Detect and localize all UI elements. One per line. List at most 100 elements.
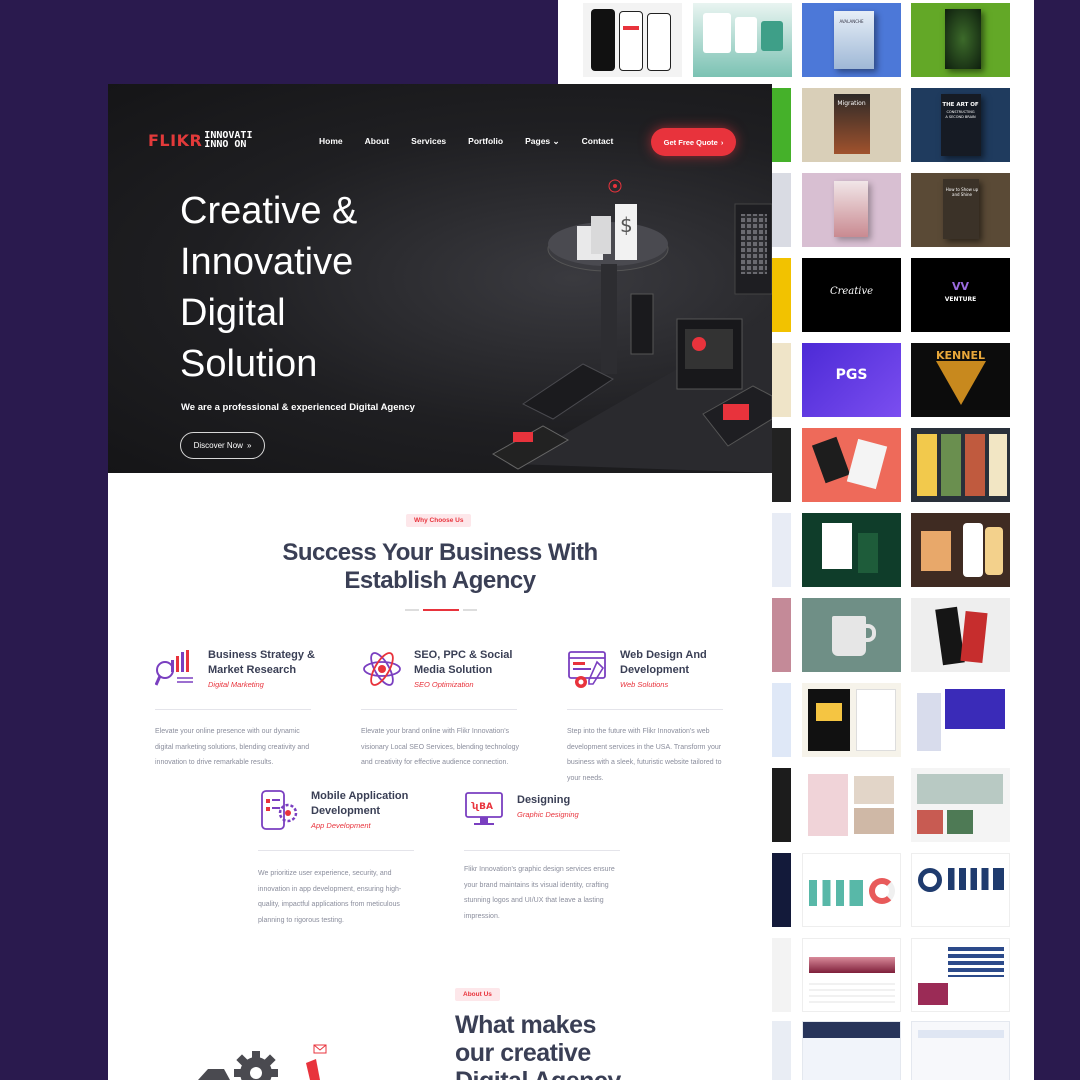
chevron-down-icon: ⌄ [552,136,560,146]
section-divider [405,609,477,611]
portfolio-thumb-dark-strip[interactable] [772,428,791,502]
book-title: AVALANCHE [839,19,864,24]
chevron-right-icon: › [720,137,724,147]
portfolio-thumb-landing-yellow[interactable] [802,683,901,757]
get-free-quote-button[interactable]: Get Free Quote › [651,128,736,156]
portfolio-thumb-dark-strip[interactable] [772,768,791,842]
hero-title-line: Innovative [180,241,354,283]
portfolio-thumb-dashboard-blue[interactable] [911,938,1010,1012]
service-subtitle: App Development [311,821,371,830]
portfolio-thumb-dashboard-teal[interactable] [802,853,901,927]
service-title: Web Design And Development [620,649,707,676]
portfolio-thumb-mug[interactable] [802,598,901,672]
double-chevron-right-icon: » [246,441,252,450]
service-card-web-design[interactable]: Web Design And Development Web Solutions… [567,648,737,788]
portfolio-thumb-fashion[interactable] [802,768,901,842]
nav-contact[interactable]: Contact [582,136,614,147]
portfolio-thumb-landing-purple[interactable] [911,683,1010,757]
portfolio-thumb-book-pink[interactable] [802,173,901,247]
hero-title-line: Solution [180,343,318,385]
portfolio-thumb-book-avalanche[interactable]: AVALANCHE [802,3,901,77]
hero-title-line: Creative & [180,190,358,232]
portfolio-thumb-stationery-green[interactable] [802,513,901,587]
hero-subtitle: We are a professional & experienced Digi… [181,402,415,413]
discover-now-button[interactable]: Discover Now » [180,432,265,459]
nav-about[interactable]: About [365,136,390,147]
brand-logo[interactable]: FLIKR INNOVATI INNO ON [148,126,252,154]
service-title: SEO, PPC & Social Media Solution [414,649,513,676]
service-description: Flikr Innovation's graphic design servic… [464,866,615,920]
service-subtitle: Digital Marketing [208,680,264,689]
quote-button-label: Get Free Quote [663,137,718,147]
book-subtitle: A SECOND BRAIN [945,115,976,119]
portfolio-thumb-dashboard-navy[interactable] [911,853,1010,927]
website-mockup: FLIKR INNOVATI INNO ON Home About Servic… [108,84,772,1080]
logo-wordmark-secondary: INNOVATI INNO ON [204,131,252,150]
portfolio-thumb-app-screens[interactable] [693,3,792,77]
about-title-line: What makes [455,1011,596,1039]
logo-text: VENTURE [944,296,977,303]
main-nav: Home About Services Portfolio Pages ⌄ Co… [319,136,635,147]
nav-pages[interactable]: Pages ⌄ [525,136,560,147]
mobile-gear-icon [261,790,298,830]
portfolio-thumb-phones-brown[interactable] [911,513,1010,587]
portfolio-thumb-logo-kennel[interactable]: KENNEL [911,343,1010,417]
service-title: Designing [517,794,571,806]
portfolio-thumb-gray-strip[interactable] [772,173,791,247]
browser-gear-icon [568,651,606,688]
portfolio-thumb-book-green[interactable] [911,3,1010,77]
portfolio-thumb-logo-pgs[interactable]: PGS [802,343,901,417]
portfolio-thumb-packaging[interactable] [911,598,1010,672]
portfolio-thumb-logo-venture[interactable]: VV VENTURE [911,258,1010,332]
portfolio-thumb-mobile-app[interactable] [583,3,682,77]
isometric-city-illustration: $ [492,179,772,473]
portfolio-thumb-dashboard-map[interactable] [802,1021,901,1080]
portfolio-thumb-book-migration[interactable]: Migration [802,88,901,162]
service-subtitle: Graphic Designing [517,810,579,819]
portfolio-thumb-blue-strip[interactable] [772,683,791,757]
monitor-design-icon: ʯBA [465,792,503,825]
nav-home[interactable]: Home [319,136,343,147]
svg-text:ʯBA: ʯBA [471,802,493,812]
service-card-business-strategy[interactable]: Business Strategy & Market Research Digi… [155,648,325,778]
why-section-title: Success Your Business With Establish Age… [108,539,772,595]
nav-services[interactable]: Services [411,136,446,147]
about-us-badge: About Us [455,988,500,1001]
hero-title: Creative & Innovative Digital Solution [180,186,480,390]
svg-text:$: $ [620,213,633,237]
nav-portfolio[interactable]: Portfolio [468,136,503,147]
book-title: How to Show up and Shine [945,187,979,197]
portfolio-thumb-yellow-strip[interactable] [772,258,791,332]
book-title: THE ART OF [942,102,979,108]
portfolio-thumb-rose-strip[interactable] [772,598,791,672]
portfolio-thumb-shop[interactable] [911,768,1010,842]
service-card-seo-ppc[interactable]: SEO, PPC & Social Media Solution SEO Opt… [361,648,531,778]
portfolio-thumb-white-strip[interactable] [772,938,791,1012]
about-section-title: What makes our creative Digital Agency [455,1011,621,1080]
portfolio-thumb-green-strip[interactable] [772,88,791,162]
portfolio-thumb-dashboard-maroon[interactable] [802,938,901,1012]
service-description: Elevate your online presence with our dy… [155,728,310,766]
venture-mark-icon: VV [951,280,970,293]
logo-text: PGS [835,367,868,383]
nav-pages-label: Pages [525,136,551,146]
why-title-line: Establish Agency [344,567,536,594]
portfolio-thumb-white-strip[interactable] [772,513,791,587]
portfolio-thumb-phone-screens[interactable] [911,428,1010,502]
service-title: Mobile Application Development [311,790,409,817]
portfolio-thumb-navy-strip[interactable] [772,853,791,927]
service-card-mobile-app[interactable]: Mobile Application Development App Devel… [258,789,428,929]
portfolio-thumb-book-second-brain[interactable]: THE ART OF CONSTRUCTING A SECOND BRAIN [911,88,1010,162]
portfolio-thumb-logo-creative[interactable]: Creative [802,258,901,332]
service-description: Elevate your brand online with Flikr Inn… [361,728,519,766]
service-subtitle: Web Solutions [620,680,669,689]
portfolio-thumb-cream-strip[interactable] [772,343,791,417]
logo-text: Creative [829,286,874,297]
service-card-designing[interactable]: ʯBA Designing Graphic Designing Flikr In… [464,789,634,929]
portfolio-thumb-stationery-red[interactable] [802,428,901,502]
service-subtitle: SEO Optimization [414,680,474,689]
portfolio-thumb-book-show-up[interactable]: How to Show up and Shine [911,173,1010,247]
portfolio-thumb-strip[interactable] [772,1021,791,1080]
logo-wordmark: FLIKR [148,130,203,150]
portfolio-thumb-dashboard-light[interactable] [911,1021,1010,1080]
